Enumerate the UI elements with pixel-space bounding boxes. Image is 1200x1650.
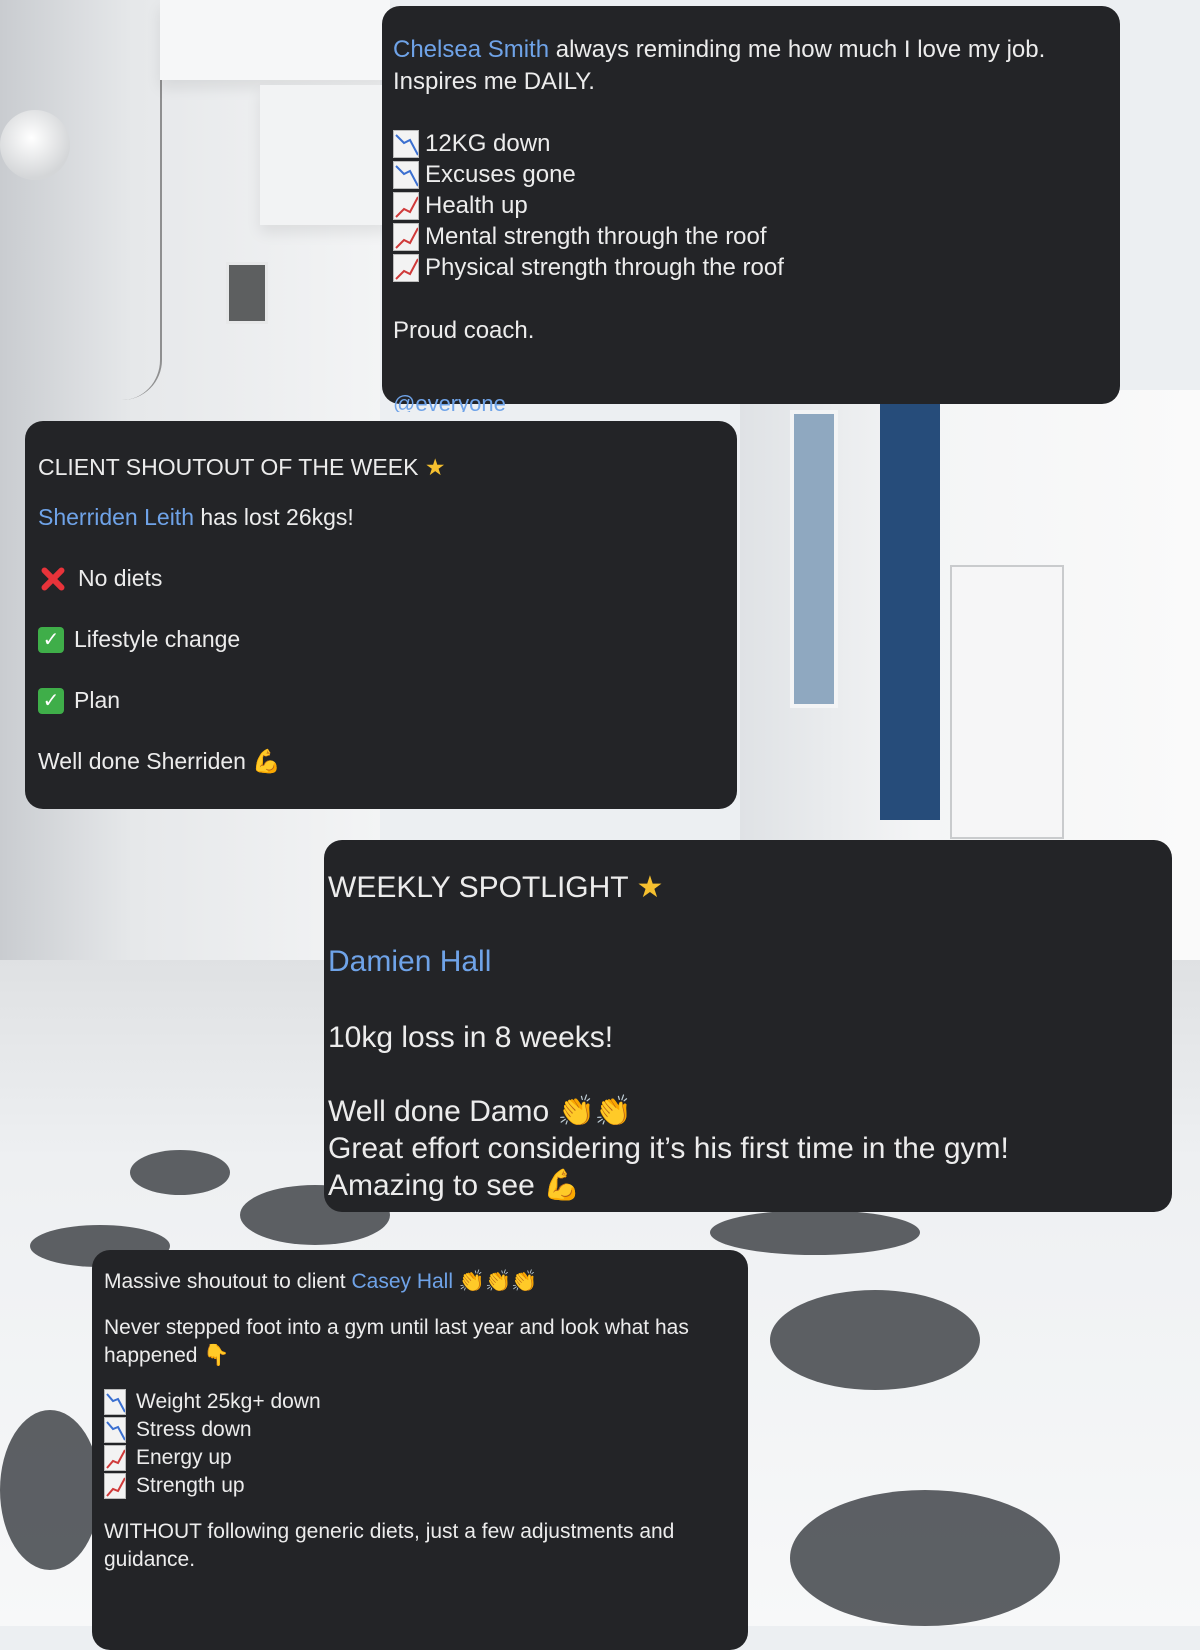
headline-row: Sherriden Leith has lost 26kgs! [38, 487, 725, 548]
wall-lamp [0, 110, 70, 180]
list-item-text: Stress down [136, 1418, 252, 1441]
post-card-damien: WEEKLY SPOTLIGHT ★ Damien Hall 10kg loss… [324, 840, 1172, 1212]
blue-door [880, 390, 940, 820]
post-card-chelsea: Chelsea Smith always reminding me how mu… [382, 6, 1120, 412]
chart-increasing-icon [393, 191, 419, 220]
chart-decreasing-icon [393, 129, 419, 158]
star-icon: ★ [424, 453, 446, 480]
flexed-biceps-icon: 💪 [252, 748, 282, 774]
closing-row: Well done Sherriden 💪 [38, 731, 725, 792]
chart-increasing-icon [393, 253, 419, 282]
check-mark-icon: ✓ [38, 687, 64, 714]
list-item: 12KG down [393, 128, 1110, 159]
cross-mark-icon [38, 564, 68, 594]
line-text: Well done Damo [328, 1095, 550, 1128]
mention-link[interactable]: Damien Hall [328, 945, 1164, 979]
line-row: Well done Damo 👏👏 [328, 1093, 1164, 1130]
chart-increasing-icon [104, 1445, 126, 1471]
list-item: Strength up [104, 1472, 738, 1500]
post-intro: Chelsea Smith always reminding me how mu… [393, 34, 1110, 98]
post-closing: Proud coach. [393, 317, 535, 344]
window-frame [790, 410, 838, 708]
headline-text: has lost 26kgs! [200, 504, 354, 530]
check-mark-icon: ✓ [38, 626, 64, 653]
para-row: Never stepped foot into a gym until last… [104, 1314, 738, 1370]
list-item-text: Weight 25kg+ down [136, 1390, 321, 1413]
post-title: CLIENT SHOUTOUT OF THE WEEK [38, 453, 419, 480]
chart-decreasing-icon [393, 160, 419, 189]
list-item: No diets [38, 548, 725, 609]
list-item: Physical strength through the roof [393, 252, 1110, 283]
post-title-row: WEEKLY SPOTLIGHT ★ [328, 870, 1164, 905]
list-item-text: Health up [425, 191, 528, 219]
list-item: Stress down [104, 1416, 738, 1444]
post-intro: Massive shoutout to client Casey Hall 👏👏… [104, 1268, 738, 1296]
list-item: Health up [393, 190, 1110, 221]
mention-link[interactable]: Chelsea Smith [393, 36, 549, 63]
flexed-biceps-icon: 💪 [543, 1169, 581, 1202]
line-text: Amazing to see [328, 1169, 535, 1202]
list-item-text: Excuses gone [425, 160, 576, 188]
clapping-hands-icon: 👏👏👏 [458, 1270, 538, 1293]
list-item-text: Energy up [136, 1446, 232, 1469]
chart-increasing-icon [393, 222, 419, 251]
post-closing: Well done Sherriden [38, 748, 246, 774]
chart-increasing-icon [104, 1473, 126, 1499]
list-item-text: Strength up [136, 1474, 245, 1497]
post-title: WEEKLY SPOTLIGHT [328, 871, 629, 904]
list-item: Excuses gone [393, 159, 1110, 190]
list-item-text: Plan [74, 687, 121, 713]
utility-box [950, 565, 1064, 839]
list-item-text: Physical strength through the roof [425, 253, 784, 281]
list-item-text: 12KG down [425, 129, 551, 157]
line-row: Amazing to see 💪 [328, 1167, 1164, 1204]
clapping-hands-icon: 👏👏 [557, 1095, 633, 1128]
wall-vent [226, 262, 268, 324]
list-item-text: Mental strength through the roof [425, 222, 767, 250]
loss-text: 10kg loss in 8 weeks! [328, 1021, 614, 1054]
balcony [260, 85, 390, 225]
post-closing: WITHOUT following generic diets, just a … [104, 1520, 675, 1571]
list-item-text: No diets [78, 565, 163, 591]
everyone-mention[interactable]: @everyone [393, 388, 506, 412]
list-item: Weight 25kg+ down [104, 1388, 738, 1416]
stepping-stone [770, 1290, 980, 1390]
line-text: Great effort considering it’s his first … [328, 1132, 1009, 1165]
stepping-stone [130, 1150, 230, 1195]
intro-text: Massive shoutout to client [104, 1270, 346, 1293]
list-item: ✓ Plan [38, 670, 725, 731]
list-item: Mental strength through the roof [393, 221, 1110, 252]
chart-decreasing-icon [104, 1417, 126, 1443]
list-item-text: Lifestyle change [74, 626, 241, 652]
mention-link[interactable]: Casey Hall [351, 1270, 453, 1293]
balcony [160, 0, 390, 80]
mention-link[interactable]: Sherriden Leith [38, 504, 194, 531]
stepping-stone [0, 1410, 100, 1570]
para-text: Never stepped foot into a gym until last… [104, 1316, 689, 1367]
cable [100, 0, 162, 400]
list-item: ✓ Lifestyle change [38, 609, 725, 670]
list-item: Energy up [104, 1444, 738, 1472]
stepping-stone [790, 1490, 1060, 1626]
pointing-down-icon: 👇 [203, 1344, 230, 1367]
post-card-sherriden: CLIENT SHOUTOUT OF THE WEEK ★ Sherriden … [25, 421, 737, 809]
star-icon: ★ [636, 871, 664, 904]
stepping-stone [710, 1210, 920, 1255]
post-card-casey: Massive shoutout to client Casey Hall 👏👏… [92, 1250, 748, 1650]
post-title-row: CLIENT SHOUTOUT OF THE WEEK ★ [38, 447, 725, 487]
chart-decreasing-icon [104, 1389, 126, 1415]
